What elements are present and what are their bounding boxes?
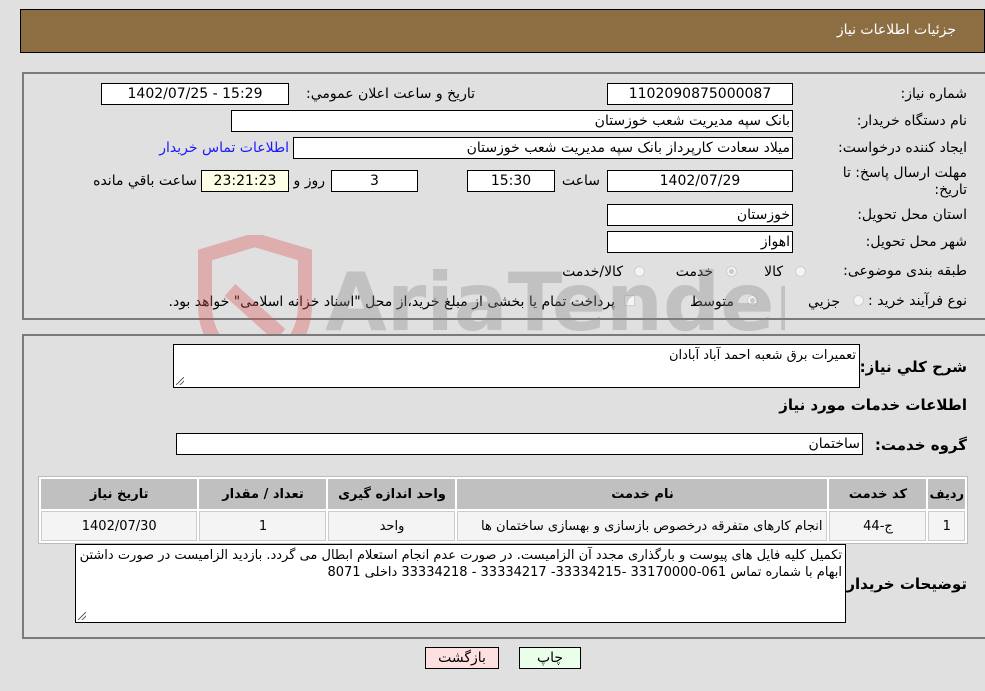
col-service-name: نام خدمت — [457, 479, 828, 509]
category-radio-goods[interactable] — [795, 266, 806, 277]
service-group-label: گروه خدمت: — [874, 436, 967, 454]
treasury-note: پرداخت تمام یا بخشی از مبلغ خرید،از محل … — [168, 294, 615, 310]
services-section-title: اطلاعات خدمات مورد نیاز — [779, 396, 967, 414]
cell-need-date: 1402/07/30 — [41, 511, 198, 541]
col-quantity: تعداد / مقدار — [199, 479, 327, 509]
process-radio-minor[interactable] — [853, 295, 864, 306]
process-option-minor: جزيي — [808, 294, 840, 310]
summary-label: شرح کلي نیاز: — [859, 358, 967, 376]
back-button[interactable]: بازگشت — [425, 647, 499, 669]
announce-datetime-field: 1402/07/25 - 15:29 — [101, 83, 289, 105]
col-row-number: ردیف — [928, 479, 965, 509]
need-number-label: شماره نیاز: — [900, 86, 968, 102]
table-header-row: ردیف کد خدمت نام خدمت واحد اندازه گیری ت… — [41, 479, 965, 509]
remaining-label: ساعت باقي مانده — [93, 173, 197, 189]
buyer-contact-link[interactable]: اطلاعات تماس خریدار — [159, 140, 289, 156]
category-option-goods-service: کالا/خدمت — [562, 264, 623, 280]
print-button[interactable]: چاپ — [519, 647, 581, 669]
category-option-goods: کالا — [764, 264, 783, 280]
category-radio-goods-service[interactable] — [634, 266, 645, 277]
summary-text: تعمیرات برق شعبه احمد آباد آبادان — [668, 348, 856, 363]
resize-grip-icon[interactable] — [78, 612, 86, 620]
services-table: ردیف کد خدمت نام خدمت واحد اندازه گیری ت… — [38, 476, 968, 544]
cell-unit: واحد — [328, 511, 456, 541]
treasury-checkbox[interactable] — [624, 295, 635, 306]
category-label: طبقه بندی موضوعی: — [843, 263, 967, 279]
summary-textarea[interactable]: تعمیرات برق شعبه احمد آباد آبادان — [173, 344, 860, 388]
process-radio-medium[interactable] — [747, 295, 758, 306]
page-title: جزئیات اطلاعات نیاز — [836, 22, 956, 38]
table-row: 1 ج-44 انجام کارهای متفرقه درخصوص بازساز… — [41, 511, 965, 541]
deadline-date-field: 1402/07/29 — [607, 170, 793, 192]
city-label: شهر محل تحویل: — [865, 234, 967, 250]
buyer-org-label: نام دستگاه خریدار: — [856, 113, 967, 129]
days-remaining-field: 3 — [331, 170, 418, 192]
cell-service-code: ج-44 — [829, 511, 927, 541]
city-field: اهواز — [607, 231, 793, 253]
col-need-date: تاریخ نیاز — [41, 479, 198, 509]
province-field: خوزستان — [607, 204, 793, 226]
process-label: نوع فرآیند خرید : — [868, 293, 967, 309]
announce-label: تاریخ و ساعت اعلان عمومي: — [306, 86, 475, 102]
cell-row-number: 1 — [928, 511, 965, 541]
resize-grip-icon[interactable] — [176, 377, 184, 385]
creator-label: ایجاد کننده درخواست: — [838, 140, 967, 156]
process-option-medium: متوسط — [690, 294, 734, 310]
deadline-time-field: 15:30 — [467, 170, 555, 192]
page-header: جزئیات اطلاعات نیاز — [20, 9, 985, 53]
buyer-org-field: بانک سپه مدیریت شعب خوزستان — [231, 110, 793, 132]
remaining-time-field: 23:21:23 — [201, 170, 289, 192]
creator-field: میلاد سعادت کارپرداز بانک سپه مدیریت شعب… — [293, 137, 793, 159]
time-label: ساعت — [561, 173, 600, 189]
buyer-notes-textarea[interactable]: تکمیل کلیه فایل های پیوست و بارگذاری مجد… — [75, 544, 846, 623]
col-service-code: کد خدمت — [829, 479, 927, 509]
buyer-notes-text: تکمیل کلیه فایل های پیوست و بارگذاری مجد… — [79, 548, 842, 580]
days-label: روز و — [293, 173, 326, 189]
service-group-field: ساختمان — [176, 433, 863, 455]
col-unit: واحد اندازه گیری — [328, 479, 456, 509]
cell-service-name: انجام کارهای متفرقه درخصوص بازسازی و بهس… — [457, 511, 828, 541]
cell-quantity: 1 — [199, 511, 327, 541]
province-label: استان محل تحویل: — [857, 207, 967, 223]
need-number-field: 1102090875000087 — [607, 83, 793, 105]
buyer-notes-label: توضیحات خریدار: — [840, 575, 967, 593]
category-radio-service[interactable] — [726, 266, 737, 277]
deadline-label-2: تاریخ: — [934, 182, 967, 198]
deadline-label: مهلت ارسال پاسخ: تا — [842, 165, 967, 181]
category-option-service: خدمت — [675, 264, 713, 280]
